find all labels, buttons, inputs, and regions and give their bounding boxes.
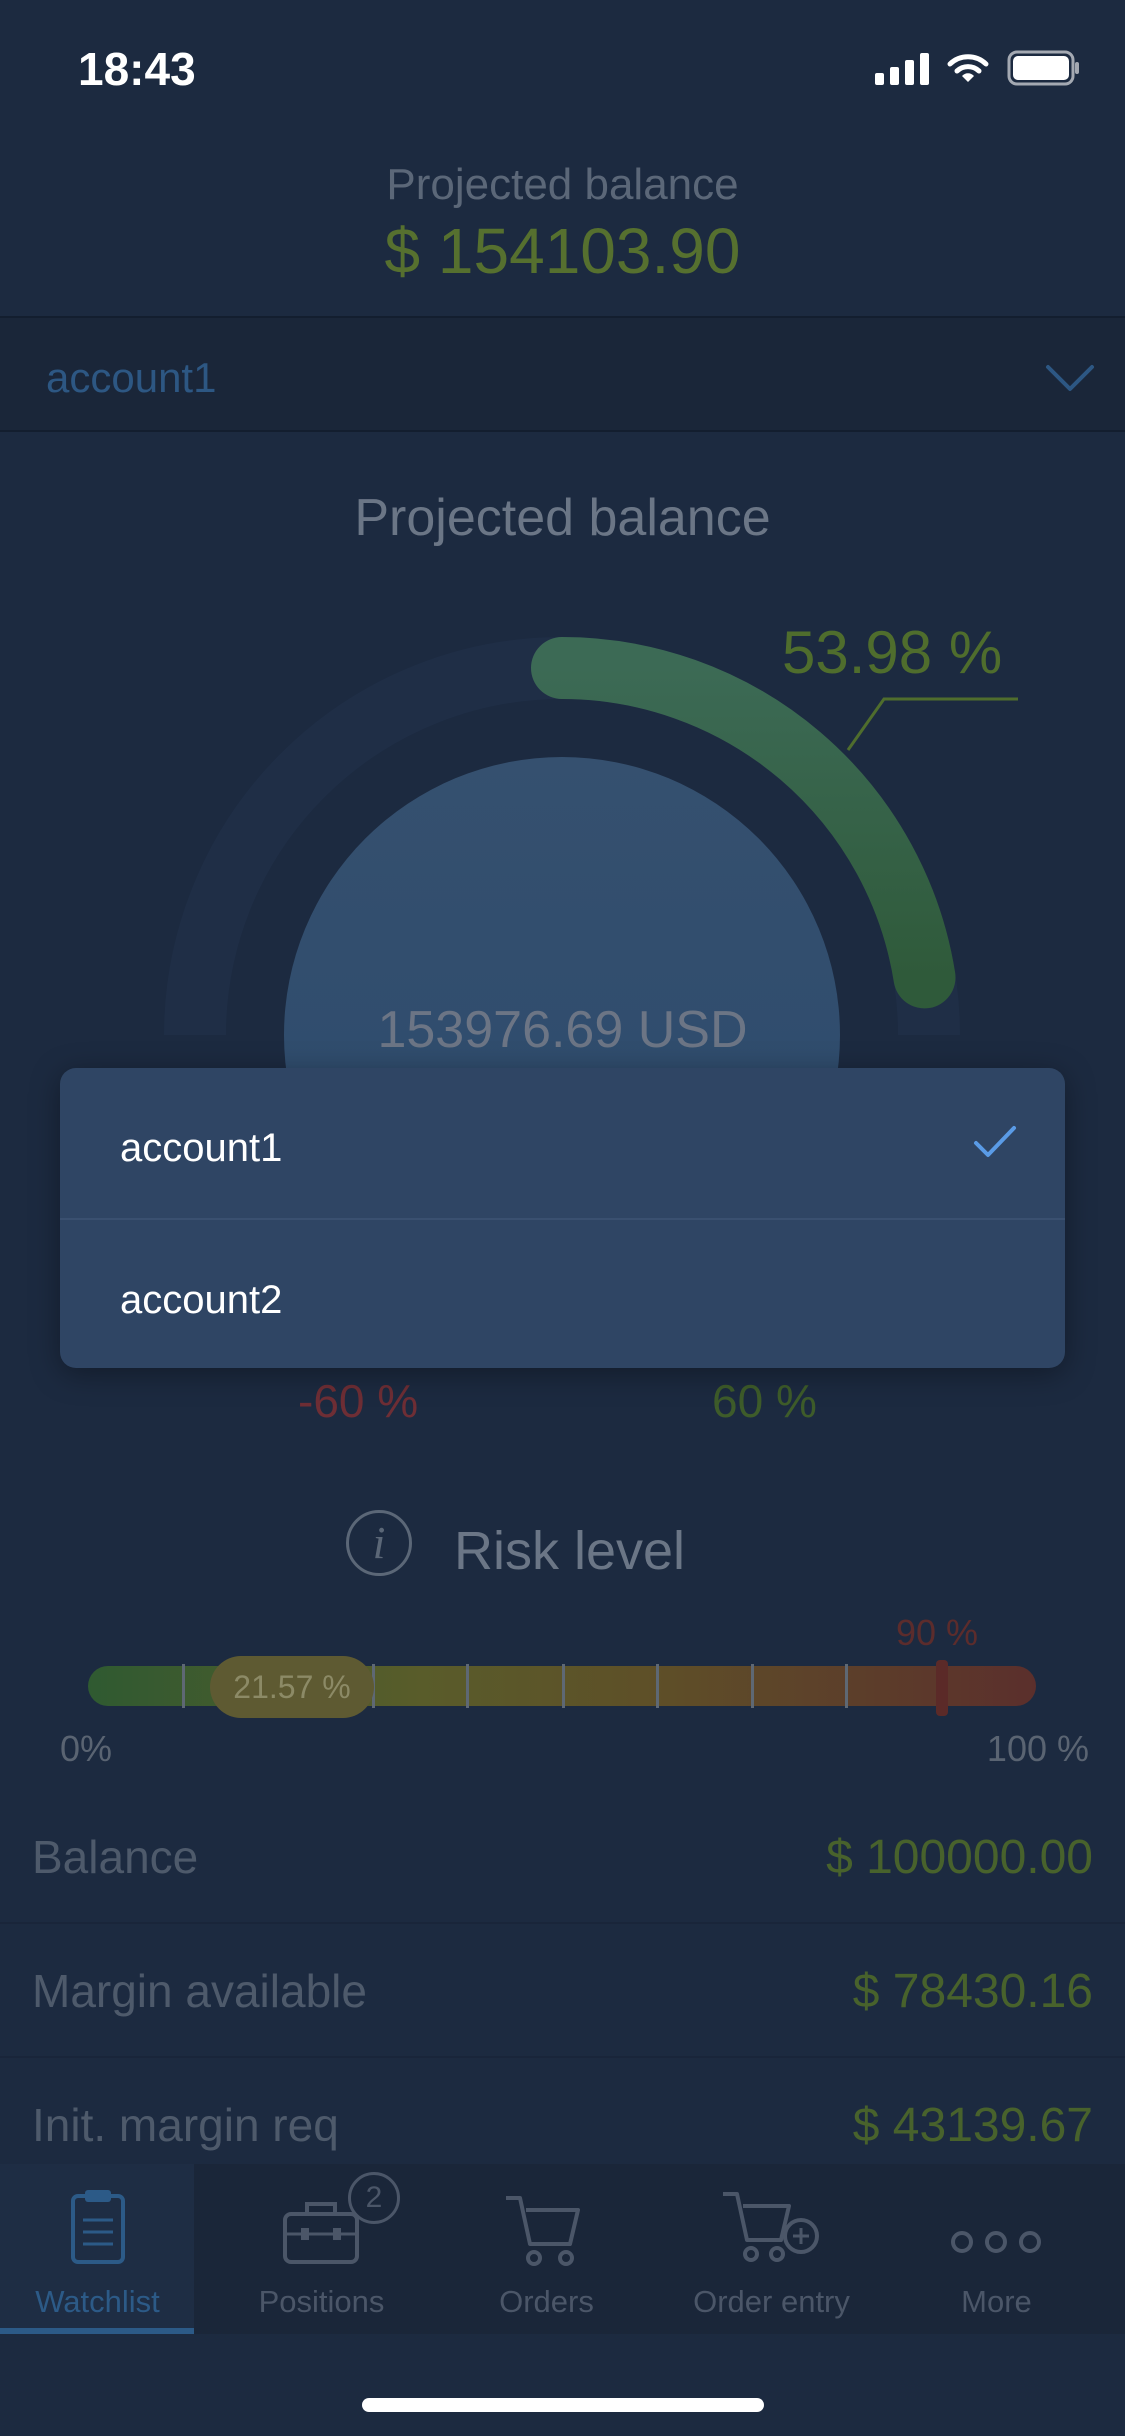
tab-watchlist[interactable]: Watchlist	[0, 2164, 210, 2334]
battery-icon	[1007, 50, 1079, 86]
stat-row-balance: Balance $ 100000.00	[0, 1790, 1125, 1924]
more-dots-icon	[951, 2231, 1041, 2253]
tab-positions[interactable]: Positions	[209, 2164, 434, 2334]
checkmark-icon	[974, 1126, 1016, 1157]
positions-count-badge: 2	[348, 2172, 400, 2224]
stat-row-margin-available: Margin available $ 78430.16	[0, 1924, 1125, 2058]
risk-bar-tick	[182, 1664, 185, 1708]
risk-bar-tick	[656, 1664, 659, 1708]
tab-orders[interactable]: Orders	[434, 2164, 659, 2334]
home-indicator	[362, 2398, 764, 2412]
tab-label: Watchlist	[35, 2284, 160, 2319]
risk-min-label: 0%	[60, 1728, 113, 1769]
status-icons	[875, 50, 1081, 86]
tab-label: More	[961, 2284, 1032, 2319]
dropdown-item-account2[interactable]: account2	[60, 1218, 1065, 1368]
tab-label: Orders	[499, 2284, 594, 2319]
clipboard-icon	[71, 2190, 125, 2264]
cart-plus-icon	[723, 2192, 819, 2262]
cart-icon	[506, 2196, 580, 2266]
risk-bar-tick	[751, 1664, 754, 1708]
gauge-percent: 53.98 %	[782, 619, 1003, 686]
stat-value: $ 100000.00	[826, 1831, 1093, 1884]
account-dropdown: account1 account2	[60, 1068, 1065, 1368]
divider	[0, 430, 1125, 432]
stat-label: Balance	[32, 1831, 199, 1883]
tab-more[interactable]: More	[884, 2164, 1109, 2334]
status-time: 18:43	[78, 43, 196, 95]
tab-active-indicator	[0, 2328, 194, 2334]
tab-label: Order entry	[693, 2284, 850, 2319]
info-icon[interactable]: i	[346, 1510, 412, 1576]
risk-current-value: 21.57 %	[210, 1656, 374, 1718]
stat-value: $ 43139.67	[852, 2099, 1093, 2152]
range-low-label: -60 %	[298, 1375, 419, 1427]
wifi-icon	[947, 54, 989, 82]
header-balance: $ 154103.90	[384, 215, 741, 287]
screen: Projected balance $ 154103.90 account1 P…	[0, 0, 1125, 2436]
briefcase-icon	[283, 2202, 359, 2264]
dropdown-item-label: account2	[120, 1278, 283, 1322]
dropdown-item-label: account1	[120, 1126, 283, 1170]
header-title: Projected balance	[386, 160, 739, 209]
gauge-leader-line	[846, 697, 1018, 751]
risk-threshold-label: 90 %	[896, 1612, 979, 1653]
dropdown-item-account1[interactable]: account1	[60, 1068, 1065, 1218]
risk-bar-tick	[466, 1664, 469, 1708]
gauge-center-value: 153976.69 USD	[377, 1001, 748, 1059]
risk-threshold-marker	[936, 1660, 948, 1716]
risk-bar-tick	[562, 1664, 565, 1708]
tab-label: Positions	[258, 2284, 385, 2319]
account-selector[interactable]: account1	[0, 318, 1125, 430]
status-bar: 18:43	[0, 0, 1125, 140]
chevron-down-icon	[1046, 365, 1094, 391]
projection-title: Projected balance	[354, 489, 771, 547]
stat-label: Margin available	[32, 1965, 367, 2017]
tab-order-entry[interactable]: Order entry	[659, 2164, 884, 2334]
account-selector-label: account1	[46, 354, 217, 401]
stat-label: Init. margin req	[32, 2099, 339, 2151]
range-high-label: 60 %	[712, 1375, 817, 1427]
risk-level-label: Risk level	[454, 1521, 686, 1581]
cellular-signal-icon	[875, 51, 929, 85]
risk-level-row: i Risk level	[0, 1510, 1125, 1600]
risk-bar-tick	[845, 1664, 848, 1708]
risk-max-label: 100 %	[986, 1728, 1089, 1769]
stat-value: $ 78430.16	[852, 1965, 1093, 2018]
